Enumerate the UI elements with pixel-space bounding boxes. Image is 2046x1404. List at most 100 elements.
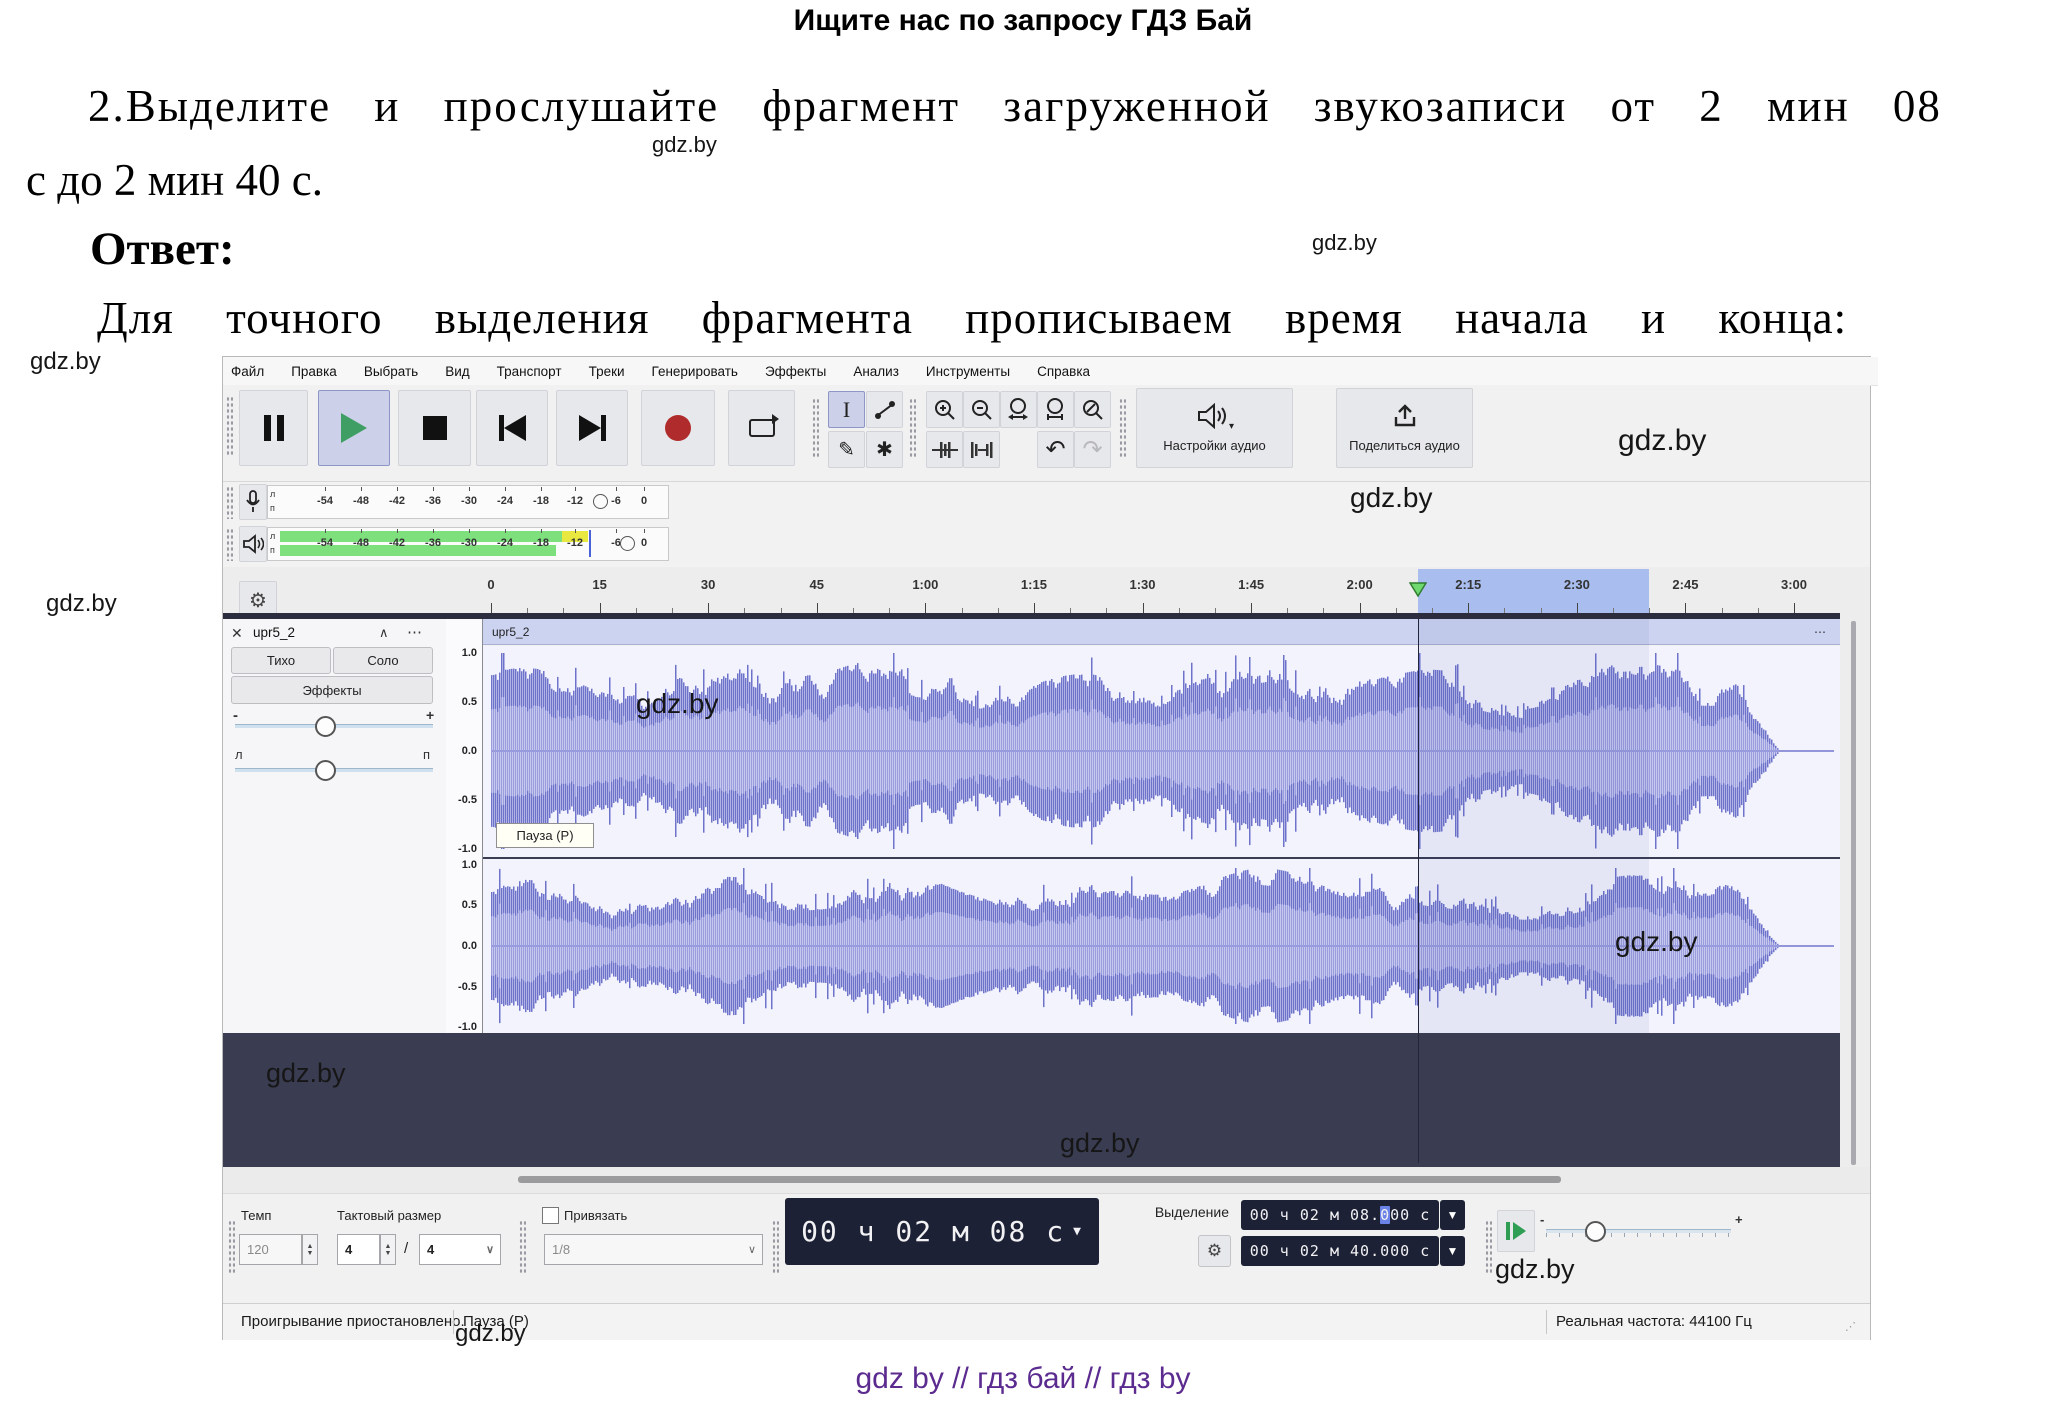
grip-handle[interactable] <box>1485 1219 1492 1274</box>
track-control-panel: ✕ upr5_2 ∧ ⋯ Тихо Соло Эффекты - + л п <box>223 619 447 1033</box>
track-name[interactable]: upr5_2 <box>253 625 295 640</box>
timeline-ruler[interactable]: ⚙ 01530451:001:151:301:452:002:152:302:4… <box>223 567 1870 619</box>
meter-scale-label: -36 <box>425 495 441 507</box>
grip-handle[interactable] <box>226 485 233 519</box>
selection-start-dropdown[interactable]: ▼ <box>1440 1200 1465 1230</box>
grip-handle[interactable] <box>772 1219 779 1274</box>
effects-button[interactable]: Эффекты <box>231 676 433 704</box>
multi-tool-button[interactable]: ✱ <box>866 431 903 468</box>
envelope-icon <box>874 399 896 421</box>
selection-end-dropdown[interactable]: ▼ <box>1440 1236 1465 1266</box>
meter-indicator-icon <box>620 536 635 551</box>
loop-button[interactable] <box>728 390 795 466</box>
vertical-scrollbar[interactable] <box>1840 619 1870 1167</box>
selection-region[interactable] <box>1418 619 1650 1033</box>
playback-cursor-line <box>1418 619 1420 1163</box>
vertical-scrollbar-thumb[interactable] <box>1851 621 1856 1165</box>
clip-menu-icon[interactable]: ⋯ <box>1814 625 1826 639</box>
audacity-window: Файл Правка Выбрать Вид Транспорт Треки Генери… <box>222 356 1871 1340</box>
record-button[interactable] <box>641 390 715 466</box>
grip-handle[interactable] <box>226 395 233 455</box>
zoom-out-icon <box>970 398 994 422</box>
selection-tool-button[interactable]: I <box>828 391 865 428</box>
zoom-toggle-button[interactable] <box>1074 391 1111 428</box>
grip-handle[interactable] <box>909 397 916 457</box>
audio-setup-button[interactable]: ▾ Настройки аудио <box>1136 388 1293 468</box>
menu-item-Анализ[interactable]: Анализ <box>853 364 899 379</box>
resize-grip-icon[interactable]: ⋰ <box>1845 1320 1858 1333</box>
task-text-line1: 2.Выделите и прослушайте фрагмент загруж… <box>88 80 1942 132</box>
silence-audio-button[interactable] <box>963 431 1000 468</box>
ruler-label: 45 <box>810 577 824 592</box>
menu-item-Инструменты[interactable]: Инструменты <box>926 364 1010 379</box>
gain-slider-knob[interactable] <box>315 716 336 737</box>
undo-button[interactable]: ↶ <box>1037 431 1074 468</box>
menu-item-Эффекты[interactable]: Эффекты <box>765 364 826 379</box>
mute-button[interactable]: Тихо <box>231 647 331 674</box>
trim-audio-button[interactable] <box>926 431 963 468</box>
play-button[interactable] <box>318 390 390 466</box>
solo-button[interactable]: Соло <box>333 647 433 674</box>
playback-speed-knob[interactable] <box>1585 1221 1606 1242</box>
selection-end-field[interactable]: 00 ч 02 м 40.000 с <box>1241 1236 1439 1266</box>
time-display[interactable]: 00 ч 02 м 08 с▼ <box>785 1198 1099 1265</box>
menu-item-Справка[interactable]: Справка <box>1037 364 1090 379</box>
zoom-selection-button[interactable] <box>1000 391 1037 428</box>
skip-to-start-button[interactable] <box>476 390 548 466</box>
speaker-button[interactable] <box>239 526 267 562</box>
menu-item-Выбрать[interactable]: Выбрать <box>364 364 418 379</box>
menu-item-Правка[interactable]: Правка <box>291 364 337 379</box>
zoom-out-button[interactable] <box>963 391 1000 428</box>
snap-value: 1/8 <box>552 1242 570 1257</box>
playhead-triangle-icon[interactable] <box>1409 582 1427 597</box>
envelope-tool-button[interactable] <box>866 391 903 428</box>
tempo-spinner[interactable]: ▲▼ <box>302 1234 318 1265</box>
recording-meter[interactable]: лп-54-48-42-36-30-24-18-12-60 <box>267 485 669 519</box>
empty-track-space[interactable] <box>223 1033 1840 1167</box>
zoom-fit-button[interactable] <box>1037 391 1074 428</box>
grip-handle[interactable] <box>812 397 819 457</box>
redo-button[interactable]: ↷ <box>1074 431 1111 468</box>
selection-start-highlight: 0 <box>1380 1206 1390 1224</box>
playback-speed-slider[interactable] <box>1546 1229 1731 1233</box>
menu-item-Вид[interactable]: Вид <box>445 364 469 379</box>
playback-meter[interactable]: лп-54-48-42-36-30-24-18-12-60 <box>267 527 669 561</box>
page: Ищите нас по запросу ГДЗ Бай 2.Выделите … <box>0 0 2046 1404</box>
grip-handle[interactable] <box>228 1219 235 1274</box>
grip-handle[interactable] <box>519 1219 526 1274</box>
grip-handle[interactable] <box>1119 397 1126 457</box>
selection-start-field[interactable]: 00 ч 02 м 08.000 с <box>1241 1200 1439 1230</box>
timesig-numerator-input[interactable]: 4 <box>337 1234 380 1265</box>
silence-audio-icon <box>969 441 995 459</box>
pause-button[interactable] <box>239 390 308 466</box>
close-track-icon[interactable]: ✕ <box>231 625 243 642</box>
horizontal-scrollbar[interactable] <box>223 1167 1870 1193</box>
play-at-speed-button[interactable] <box>1497 1210 1535 1252</box>
draw-tool-button[interactable]: ✎ <box>828 431 865 468</box>
track-menu-icon[interactable]: ⋯ <box>407 623 422 641</box>
gear-icon: ⚙ <box>1207 1241 1222 1261</box>
pan-slider-knob[interactable] <box>315 760 336 781</box>
collapse-track-icon[interactable]: ∧ <box>379 625 389 641</box>
skip-to-end-button[interactable] <box>556 390 628 466</box>
horizontal-scrollbar-thumb[interactable] <box>518 1176 1561 1183</box>
snap-select[interactable]: 1/8∨ <box>544 1234 763 1265</box>
menu-item-Файл[interactable]: Файл <box>231 364 264 379</box>
grip-handle[interactable] <box>226 527 233 561</box>
zoom-in-button[interactable] <box>926 391 963 428</box>
pan-right-label: п <box>423 747 430 762</box>
selection-options-button[interactable]: ⚙ <box>1198 1235 1231 1267</box>
chevron-down-icon: ▾ <box>1229 421 1234 432</box>
snap-checkbox[interactable] <box>542 1207 559 1224</box>
meter-scale-label: -18 <box>533 537 549 549</box>
time-display-value: 00 ч 02 м 08 с <box>801 1215 1065 1248</box>
timesig-spinner[interactable]: ▲▼ <box>380 1234 396 1265</box>
tempo-input[interactable]: 120 <box>239 1234 302 1265</box>
timesig-denominator-select[interactable]: 4∨ <box>419 1234 501 1265</box>
stop-button[interactable] <box>398 390 471 466</box>
microphone-button[interactable] <box>239 484 267 520</box>
menu-item-Треки[interactable]: Треки <box>589 364 625 379</box>
share-audio-button[interactable]: Поделиться аудио <box>1336 388 1473 468</box>
menu-item-Генерировать[interactable]: Генерировать <box>652 364 738 379</box>
menu-item-Транспорт[interactable]: Транспорт <box>497 364 562 379</box>
